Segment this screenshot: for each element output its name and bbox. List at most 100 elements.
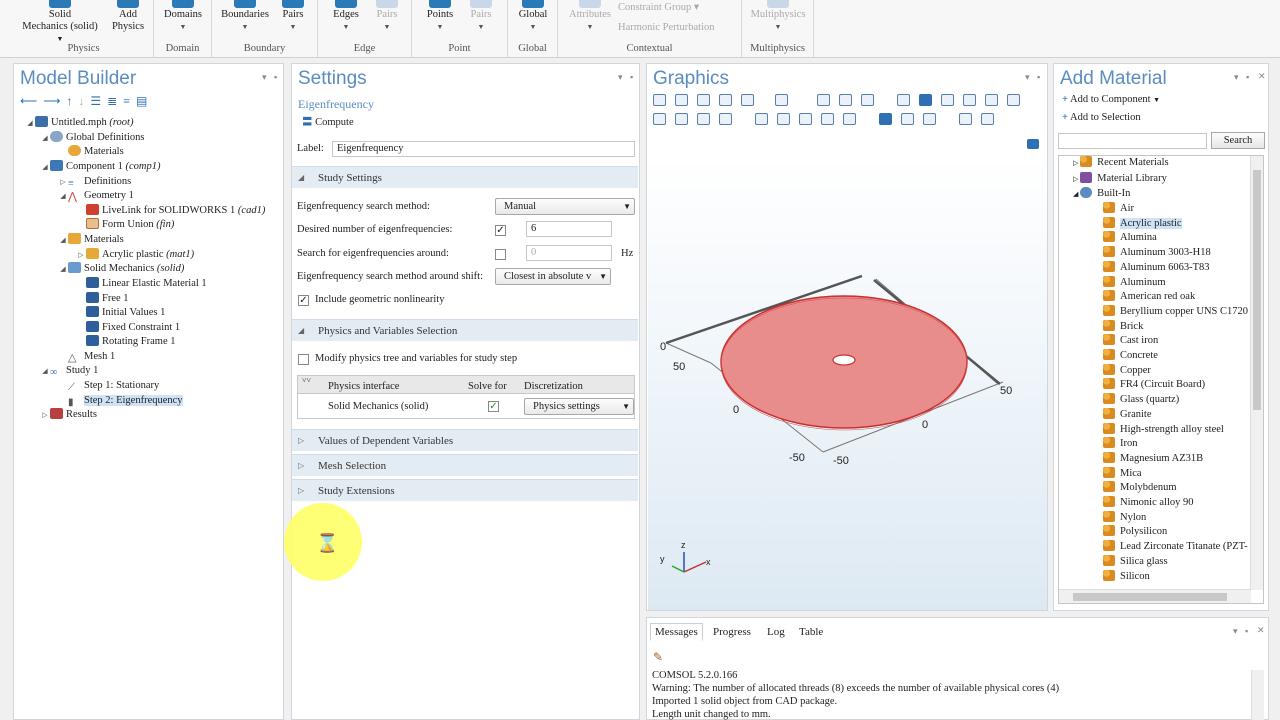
desired-number-field[interactable]: 6: [526, 221, 612, 237]
hide-icon[interactable]: [755, 113, 768, 125]
pin-icon[interactable]: ▪: [1245, 626, 1248, 636]
material-item[interactable]: Molybdenum: [1103, 481, 1177, 495]
zoom-box-icon[interactable]: [697, 94, 710, 106]
clear-selection-icon[interactable]: [1007, 94, 1020, 106]
tree-item-results[interactable]: ▷ Results: [40, 408, 97, 422]
tree-item-step-stationary[interactable]: ⟋ Step 1: Stationary: [58, 379, 159, 393]
section-study-settings[interactable]: ◢ Study Settings: [292, 166, 638, 188]
graphics-settings-icon[interactable]: [1027, 139, 1039, 149]
material-item[interactable]: Silica glass: [1103, 554, 1168, 569]
select-domains-icon[interactable]: [919, 94, 932, 106]
section-study-extensions[interactable]: ▷ Study Extensions: [292, 479, 638, 501]
solid-mechanics-button[interactable]: Solid Mechanics (solid) ▼: [20, 0, 100, 45]
material-item[interactable]: Concrete: [1103, 349, 1158, 363]
transparency-icon[interactable]: [675, 113, 688, 125]
material-item[interactable]: Alumina: [1103, 231, 1157, 245]
expand-arrow-icon[interactable]: ▷: [1073, 175, 1080, 183]
tree-item-component[interactable]: ◢ Component 1 (comp1): [40, 160, 161, 174]
material-item[interactable]: Air: [1103, 202, 1134, 216]
move-down-icon[interactable]: ↓: [78, 94, 90, 108]
tree-item-root[interactable]: ◢ Untitled.mph (root): [25, 116, 133, 130]
add-physics-button[interactable]: Add Physics: [106, 0, 150, 33]
points-button[interactable]: Points ▼: [424, 0, 456, 33]
solve-for-checkbox[interactable]: ✓: [488, 401, 499, 412]
constraint-group-button[interactable]: Constraint Group ▾: [618, 2, 738, 14]
nonlinearity-checkbox[interactable]: ✓: [298, 295, 309, 306]
search-button[interactable]: Search: [1211, 132, 1265, 149]
compute-button[interactable]: 〓 Compute: [302, 114, 354, 129]
perspective-icon[interactable]: [821, 113, 834, 125]
material-item[interactable]: Cast iron: [1103, 334, 1158, 348]
zoom-in-icon[interactable]: [653, 94, 666, 106]
scene-light-icon[interactable]: [653, 113, 666, 125]
boundaries-button[interactable]: Boundaries ▼: [218, 0, 272, 33]
edge-pairs-button[interactable]: Pairs ▼: [372, 0, 402, 33]
expand-arrow-icon[interactable]: ▷: [76, 248, 86, 262]
panel-menu-icon[interactable]: ▾: [1234, 72, 1239, 83]
collapse-arrow-icon[interactable]: ◢: [40, 160, 50, 174]
expand-icon[interactable]: ≡: [123, 94, 136, 108]
search-around-field[interactable]: 0: [526, 245, 612, 261]
expand-arrow-icon[interactable]: ▷: [40, 408, 50, 422]
material-item[interactable]: Iron: [1103, 437, 1138, 451]
clear-messages-icon[interactable]: ✎: [653, 650, 663, 665]
tab-table[interactable]: Table: [794, 623, 828, 641]
tree-item-livelink[interactable]: LiveLink for SOLIDWORKS 1 (cad1): [76, 204, 265, 218]
scrollbar-thumb[interactable]: [1253, 170, 1261, 410]
close-icon[interactable]: ✕: [1258, 71, 1266, 82]
back-icon[interactable]: ⟵: [20, 94, 43, 108]
pin-icon[interactable]: ▪: [1246, 72, 1249, 82]
material-item[interactable]: Lead Zirconate Titanate (PZT-: [1103, 540, 1248, 554]
deselect-box-icon[interactable]: [719, 113, 732, 125]
harmonic-perturbation-button[interactable]: Harmonic Perturbation: [618, 22, 742, 34]
forward-icon[interactable]: ⟶: [43, 94, 66, 108]
material-item[interactable]: FR4 (Circuit Board): [1103, 378, 1205, 392]
search-around-checkbox[interactable]: [495, 249, 506, 260]
tree-item-materials[interactable]: ◢ Materials: [58, 233, 124, 247]
zoom-out-icon[interactable]: [675, 94, 688, 106]
view-options-icon[interactable]: [923, 113, 936, 125]
tree-item-global-definitions[interactable]: ◢ Global Definitions: [40, 131, 144, 145]
tree-item-definitions[interactable]: ▷ ≡ Definitions: [58, 175, 131, 189]
tree-item-mesh[interactable]: △ Mesh 1: [58, 350, 115, 364]
select-edges-icon[interactable]: [963, 94, 976, 106]
tree-item-fixed-constraint[interactable]: Fixed Constraint 1: [76, 321, 180, 335]
view-xy-icon[interactable]: [817, 94, 830, 106]
messages-scrollbar[interactable]: [1251, 670, 1264, 720]
desired-number-checkbox[interactable]: ✓: [495, 225, 506, 236]
collapse-arrow-icon[interactable]: ◢: [58, 233, 68, 247]
tree-item-solid-mechanics[interactable]: ◢ Solid Mechanics (solid): [58, 262, 184, 276]
select-box-icon[interactable]: [697, 113, 710, 125]
tree-folder-recent[interactable]: ▷ Recent Materials: [1073, 156, 1169, 170]
go-to-view-icon[interactable]: [879, 113, 892, 125]
vertical-scrollbar[interactable]: [1250, 156, 1263, 590]
edges-button[interactable]: Edges ▼: [328, 0, 364, 33]
domains-button[interactable]: Domains ▼: [160, 0, 206, 33]
close-icon[interactable]: ✕: [1257, 625, 1265, 636]
search-method-select[interactable]: Manual ▼: [495, 198, 635, 215]
collapse-arrow-icon[interactable]: ◢: [40, 364, 50, 378]
material-item[interactable]: Aluminum: [1103, 275, 1166, 290]
material-item[interactable]: Silicon: [1103, 569, 1150, 584]
material-item[interactable]: Nimonic alloy 90: [1103, 496, 1194, 510]
tree-item-free[interactable]: Free 1: [76, 292, 129, 306]
material-search-input[interactable]: [1058, 133, 1207, 149]
tab-progress[interactable]: Progress: [708, 623, 756, 641]
material-item[interactable]: Copper: [1103, 363, 1151, 378]
material-item[interactable]: Brick: [1103, 319, 1143, 334]
point-pairs-button[interactable]: Pairs ▼: [466, 0, 496, 33]
material-item[interactable]: Glass (quartz): [1103, 393, 1179, 407]
shift-method-select[interactable]: Closest in absolute v ▼: [495, 268, 611, 285]
select-boundaries-icon[interactable]: [941, 94, 954, 106]
pin-icon[interactable]: ▪: [1037, 72, 1040, 82]
table-expand-icon[interactable]: ˅˅: [302, 376, 311, 385]
tab-log[interactable]: Log: [762, 623, 790, 641]
collapse-arrow-icon[interactable]: ◢: [58, 189, 68, 203]
material-item[interactable]: Aluminum 3003-H18: [1103, 246, 1211, 260]
panel-menu-icon[interactable]: ▾: [618, 72, 623, 83]
tree-item-global-materials[interactable]: Materials: [58, 145, 124, 159]
material-item[interactable]: Nylon: [1103, 510, 1146, 525]
scrollbar-thumb[interactable]: [1073, 593, 1227, 601]
select-objects-icon[interactable]: [897, 94, 910, 106]
panel-menu-icon[interactable]: ▾: [262, 72, 267, 83]
